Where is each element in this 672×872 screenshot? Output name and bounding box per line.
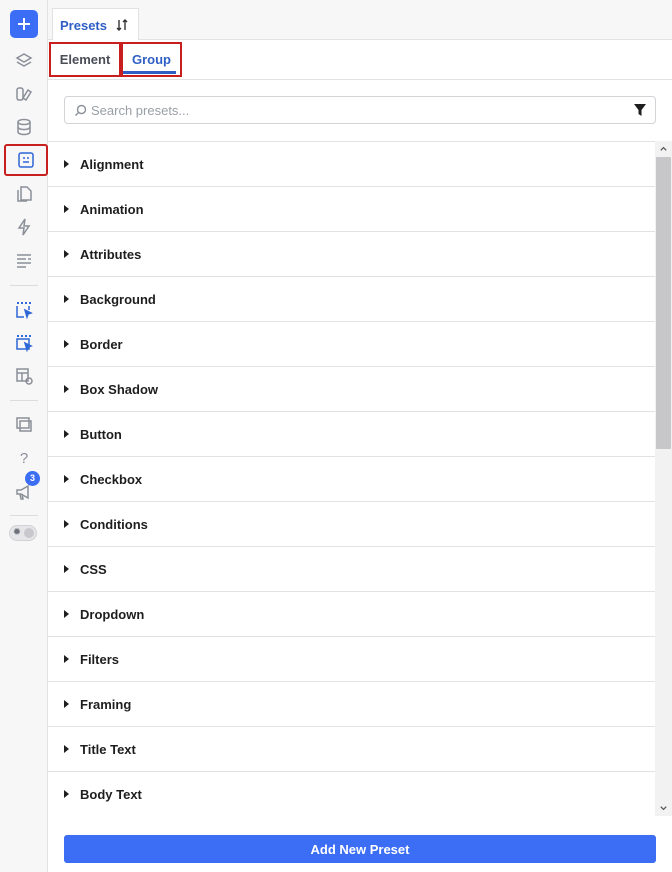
sort-icon[interactable] (115, 18, 129, 32)
rail-divider (10, 515, 38, 516)
caret-right-icon (64, 475, 69, 483)
caret-right-icon (64, 655, 69, 663)
scroll-thumb[interactable] (656, 157, 671, 449)
caret-right-icon (64, 385, 69, 393)
list-item[interactable]: Border (48, 322, 655, 367)
subtabs: Element Group (48, 40, 672, 80)
scroll-up-icon[interactable] (655, 141, 672, 156)
list-item[interactable]: Dropdown (48, 592, 655, 637)
caret-right-icon (64, 610, 69, 618)
subtab-group[interactable]: Group (121, 42, 182, 77)
tab-presets[interactable]: Presets (52, 8, 139, 41)
add-new-preset-button[interactable]: Add New Preset (64, 835, 656, 863)
list-icon[interactable] (9, 246, 39, 274)
footer: Add New Preset (48, 816, 672, 872)
icon-rail: ? 3 ✹ (0, 0, 48, 872)
list-item[interactable]: Box Shadow (48, 367, 655, 412)
list-item-label: Body Text (80, 786, 142, 802)
windows-icon[interactable] (9, 410, 39, 438)
toggle-knob (24, 528, 34, 538)
scroll-down-icon[interactable] (655, 801, 672, 816)
scrollbar[interactable] (655, 141, 672, 816)
list-item[interactable]: Filters (48, 637, 655, 682)
sun-icon: ✹ (12, 527, 22, 538)
caret-right-icon (64, 700, 69, 708)
list-item-label: Dropdown (80, 606, 145, 622)
caret-right-icon (64, 790, 69, 798)
list-item-label: Title Text (80, 741, 136, 757)
caret-right-icon (64, 745, 69, 753)
pages-icon[interactable] (9, 180, 39, 208)
help-icon[interactable]: ? (9, 444, 39, 472)
list-item[interactable]: Title Text (48, 727, 655, 772)
list-item-label: Attributes (80, 246, 142, 262)
active-tab-indicator (123, 71, 176, 74)
subtab-element[interactable]: Element (49, 42, 121, 77)
style-icon[interactable] (9, 80, 39, 108)
select-group-icon[interactable] (9, 329, 39, 357)
caret-right-icon (64, 430, 69, 438)
presets-icon[interactable] (4, 144, 48, 176)
list-item[interactable]: Framing (48, 682, 655, 727)
search-box (64, 96, 656, 124)
help-label: ? (19, 449, 29, 467)
list-item-label: Button (80, 426, 122, 442)
list-item[interactable]: Attributes (48, 232, 655, 277)
caret-right-icon (64, 160, 69, 168)
preset-group-list: Alignment Animation Attributes Background Bo… (48, 141, 655, 816)
lightning-icon[interactable] (9, 213, 39, 241)
list-item-label: Border (80, 336, 123, 352)
list-item[interactable]: Background (48, 277, 655, 322)
preview-layout-icon[interactable] (9, 362, 39, 390)
filter-icon[interactable] (634, 104, 646, 116)
list-item[interactable]: Animation (48, 187, 655, 232)
rail-divider (10, 400, 38, 401)
list-item[interactable]: Body Text (48, 772, 655, 816)
caret-right-icon (64, 205, 69, 213)
list-item-label: Background (80, 291, 156, 307)
add-icon[interactable] (10, 10, 38, 38)
list-item-label: Filters (80, 651, 120, 667)
list-item-label: Conditions (80, 516, 148, 532)
rail-divider (10, 285, 38, 286)
list-item-label: Framing (80, 696, 132, 712)
list-item[interactable]: Checkbox (48, 457, 655, 502)
tab-presets-label: Presets (60, 17, 107, 33)
theme-toggle[interactable]: ✹ (9, 525, 37, 541)
database-icon[interactable] (9, 113, 39, 141)
subtab-group-label: Group (132, 52, 171, 67)
list-item[interactable]: Conditions (48, 502, 655, 547)
caret-right-icon (64, 295, 69, 303)
caret-right-icon (64, 520, 69, 528)
subtab-element-label: Element (59, 52, 111, 67)
list-item-label: Animation (80, 201, 144, 217)
search-input[interactable] (91, 100, 611, 120)
list-item[interactable]: Button (48, 412, 655, 457)
tab-bar: Presets (48, 0, 672, 41)
list-item[interactable]: CSS (48, 547, 655, 592)
list-item[interactable]: Alignment (48, 142, 655, 187)
list-item-label: Alignment (80, 156, 144, 172)
list-item-label: Box Shadow (80, 381, 159, 397)
caret-right-icon (64, 250, 69, 258)
list-item-label: CSS (80, 561, 107, 577)
select-element-icon[interactable] (9, 296, 39, 324)
list-item-label: Checkbox (80, 471, 143, 487)
caret-right-icon (64, 565, 69, 573)
notification-badge: 3 (25, 471, 40, 486)
announcements-icon[interactable]: 3 (9, 471, 40, 506)
caret-right-icon (64, 340, 69, 348)
search-icon (75, 104, 87, 116)
layers-icon[interactable] (9, 47, 39, 75)
